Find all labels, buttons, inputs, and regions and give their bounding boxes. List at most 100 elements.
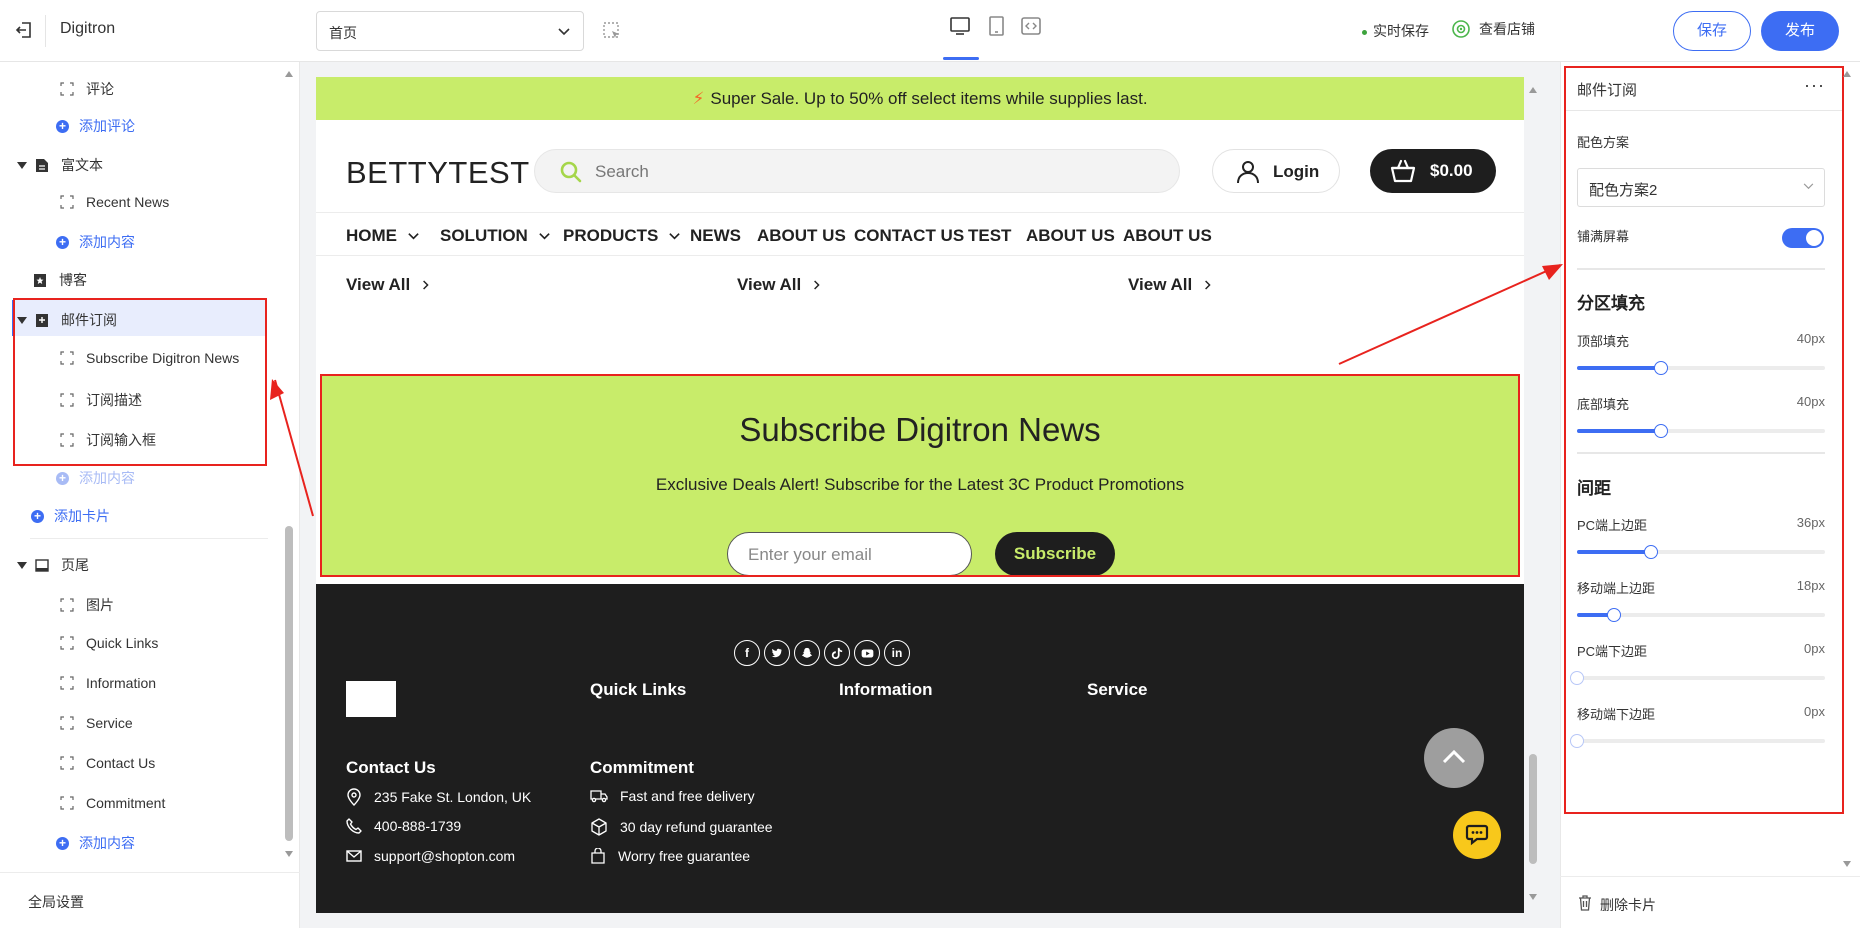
- footer-commitment-item: 30 day refund guarantee: [590, 818, 773, 836]
- add-content-button[interactable]: + 添加内容: [56, 232, 135, 252]
- tree-section-blog[interactable]: 博客: [33, 270, 87, 290]
- add-card-button[interactable]: + 添加卡片: [31, 506, 110, 526]
- view-all-link[interactable]: View All: [1128, 275, 1212, 295]
- autosave-label: 实时保存: [1373, 23, 1429, 39]
- tree-item-reviews[interactable]: 评论: [60, 79, 114, 99]
- chat-button[interactable]: [1453, 811, 1501, 859]
- scroll-up-icon[interactable]: [284, 70, 294, 78]
- canvas-scrollbar-thumb[interactable]: [1529, 754, 1537, 864]
- back-to-top-button[interactable]: [1424, 728, 1484, 788]
- footer-heading-quick-links: Quick Links: [590, 680, 687, 699]
- app-name: Digitron: [60, 20, 116, 37]
- divider: [316, 212, 1524, 213]
- tree-item-recent-news[interactable]: Recent News: [60, 194, 169, 210]
- nav-test[interactable]: TEST: [968, 226, 1011, 246]
- tree-item-service[interactable]: Service: [60, 715, 133, 731]
- nav-about-us[interactable]: ABOUT US: [757, 226, 846, 246]
- add-content-button[interactable]: + 添加内容: [56, 833, 135, 853]
- scroll-up-icon[interactable]: [1528, 86, 1538, 94]
- active-device-indicator: [943, 57, 979, 60]
- delivery-truck-icon: [590, 790, 608, 803]
- chevron-right-icon: [423, 280, 429, 290]
- tree-item-commitment[interactable]: Commitment: [60, 795, 165, 811]
- nav-solution[interactable]: SOLUTION: [440, 226, 551, 246]
- footer-heading-information: Information: [839, 680, 933, 699]
- nav-products[interactable]: PRODUCTS: [563, 226, 681, 246]
- linkedin-icon[interactable]: in: [884, 640, 910, 666]
- scroll-up-icon[interactable]: [1842, 70, 1852, 78]
- block-icon: [60, 756, 74, 770]
- scroll-down-icon[interactable]: [1528, 893, 1538, 901]
- view-all-label: View All: [346, 275, 411, 294]
- publish-button[interactable]: 发布: [1761, 11, 1839, 51]
- cart-button[interactable]: $0.00: [1370, 149, 1496, 193]
- snapchat-icon[interactable]: [794, 640, 820, 666]
- save-button[interactable]: 保存: [1673, 11, 1751, 51]
- tree-item-contact-us[interactable]: Contact Us: [60, 755, 155, 771]
- nav-label: HOME: [346, 226, 397, 245]
- footer-logo-image: [346, 681, 396, 717]
- exit-icon[interactable]: [14, 20, 34, 40]
- facebook-icon[interactable]: f: [734, 640, 760, 666]
- location-pin-icon: [347, 788, 361, 806]
- footer-email[interactable]: support@shopton.com: [346, 848, 515, 864]
- footer-commitment-text: 30 day refund guarantee: [620, 819, 773, 835]
- page-select[interactable]: 首页: [316, 11, 584, 51]
- chat-bubble-icon: [1465, 824, 1489, 846]
- tree-item-label: 添加内容: [79, 835, 135, 851]
- view-store-link[interactable]: 查看店铺: [1451, 19, 1535, 39]
- tree-item-label: Recent News: [86, 194, 170, 210]
- left-scrollbar-thumb[interactable]: [285, 526, 293, 841]
- search-input[interactable]: Search: [534, 149, 1180, 193]
- caret-down-icon: [17, 161, 27, 169]
- block-icon: [60, 82, 74, 96]
- footer-address-text: 235 Fake St. London, UK: [374, 789, 532, 805]
- nav-about-us-3[interactable]: ABOUT US: [1123, 226, 1212, 246]
- login-label: Login: [1273, 162, 1320, 181]
- divider: [316, 255, 1524, 256]
- block-icon: [60, 796, 74, 810]
- store-logo[interactable]: BETTYTEST: [346, 155, 530, 191]
- global-settings[interactable]: 全局设置: [0, 872, 300, 928]
- login-button[interactable]: Login: [1212, 149, 1340, 193]
- tree-item-image[interactable]: 图片: [60, 595, 114, 615]
- footer-address: 235 Fake St. London, UK: [346, 788, 531, 806]
- tree-section-richtext[interactable]: 富文本: [17, 155, 103, 175]
- view-all-link[interactable]: View All: [737, 275, 821, 295]
- block-icon: [60, 676, 74, 690]
- view-all-link[interactable]: View All: [346, 275, 430, 295]
- tablet-view-icon[interactable]: [985, 15, 1007, 37]
- chevron-up-icon: [1442, 749, 1466, 764]
- scroll-down-icon[interactable]: [284, 850, 294, 858]
- add-review-button[interactable]: + 添加评论: [56, 116, 135, 136]
- tree-item-quick-links[interactable]: Quick Links: [60, 635, 158, 651]
- box-icon: [591, 818, 607, 836]
- add-content-button[interactable]: + 添加内容: [56, 468, 135, 488]
- nav-news[interactable]: NEWS: [690, 226, 741, 246]
- code-view-icon[interactable]: [1020, 15, 1042, 37]
- nav-home[interactable]: HOME: [346, 226, 420, 246]
- desktop-view-icon[interactable]: [949, 15, 971, 37]
- tiktok-icon[interactable]: [824, 640, 850, 666]
- select-element-icon[interactable]: [602, 21, 622, 41]
- nav-contact-us[interactable]: CONTACT US: [854, 226, 964, 246]
- nav-about-us-2[interactable]: ABOUT US: [1026, 226, 1115, 246]
- trash-icon: [1579, 895, 1591, 911]
- nav-label: PRODUCTS: [563, 226, 659, 245]
- tree-item-label: Information: [86, 675, 157, 691]
- delete-card-button[interactable]: 删除卡片: [1560, 876, 1860, 928]
- preview-canvas: ⚡ Super Sale. Up to 50% off select items …: [316, 77, 1524, 913]
- phone-icon: [346, 818, 362, 834]
- footer-email-text: support@shopton.com: [374, 848, 516, 864]
- twitter-icon[interactable]: [764, 640, 790, 666]
- view-store-label: 查看店铺: [1479, 21, 1535, 37]
- tree-item-label: 添加评论: [79, 118, 135, 134]
- scroll-down-icon[interactable]: [1842, 860, 1852, 868]
- nav-label: SOLUTION: [440, 226, 528, 245]
- tree-section-footer[interactable]: 页尾: [17, 555, 89, 575]
- block-icon: [60, 716, 74, 730]
- youtube-icon[interactable]: [854, 640, 880, 666]
- block-icon: [60, 636, 74, 650]
- tree-item-information[interactable]: Information: [60, 675, 156, 691]
- footer-phone[interactable]: 400-888-1739: [346, 818, 461, 834]
